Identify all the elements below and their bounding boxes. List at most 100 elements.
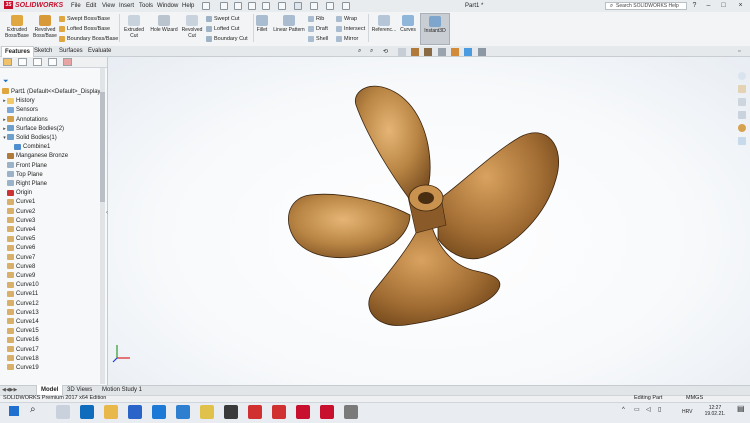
taskbar-app-icon[interactable]	[344, 405, 358, 419]
configuration-manager-tab-icon[interactable]	[33, 58, 42, 66]
help-icon[interactable]: ?	[690, 1, 699, 10]
tree-item-curve[interactable]: Curve12	[2, 300, 102, 309]
tree-item-front-plane[interactable]: Front Plane	[2, 162, 102, 171]
menu-window[interactable]: Window	[157, 0, 178, 12]
intersect-button[interactable]: Intersect	[336, 25, 365, 33]
scrollbar-thumb[interactable]	[100, 92, 105, 202]
menu-tools[interactable]: Tools	[139, 0, 153, 12]
view-settings-icon[interactable]	[478, 48, 486, 56]
undo-icon[interactable]	[278, 2, 286, 10]
tree-item-curve[interactable]: Curve10	[2, 281, 102, 290]
tab-surfaces[interactable]: Surfaces	[56, 46, 86, 56]
custom-properties-icon[interactable]	[738, 137, 746, 145]
appearances-icon[interactable]	[738, 124, 746, 132]
acrobat-icon[interactable]	[248, 405, 262, 419]
pin-icon[interactable]	[202, 2, 210, 10]
menu-file[interactable]: File	[71, 0, 81, 12]
previous-view-icon[interactable]: ⟲	[383, 48, 391, 56]
extruded-boss-button[interactable]: Extruded Boss/Base	[2, 15, 32, 39]
file-explorer-taskbar-icon[interactable]	[104, 405, 118, 419]
tree-item-curve[interactable]: Curve9	[2, 272, 102, 281]
tree-item-curve[interactable]: Curve11	[2, 290, 102, 299]
tree-item-curve[interactable]: Curve19	[2, 364, 102, 373]
tree-item-right-plane[interactable]: Right Plane	[2, 180, 102, 189]
tree-item-annotations[interactable]: ▸ Annotations	[2, 116, 102, 125]
solidworks-taskbar-icon[interactable]	[296, 405, 310, 419]
tab-features[interactable]: Features	[1, 46, 35, 57]
linear-pattern-button[interactable]: Linear Pattern	[271, 15, 307, 33]
draft-button[interactable]: Draft	[308, 25, 328, 33]
lofted-boss-button[interactable]: Lofted Boss/Base	[59, 25, 110, 33]
fillet-button[interactable]: Fillet	[255, 15, 269, 33]
maximize-button[interactable]: □	[719, 1, 728, 10]
scenes-icon[interactable]	[464, 48, 472, 56]
edge-icon[interactable]	[80, 405, 94, 419]
wrap-button[interactable]: Wrap	[336, 15, 357, 23]
tree-item-combine[interactable]: Combine1	[9, 143, 109, 152]
close-button[interactable]: ×	[736, 1, 745, 10]
feature-manager-tab-icon[interactable]	[3, 58, 12, 66]
tree-item-surface-bodies[interactable]: ▸ Surface Bodies(2)	[2, 125, 102, 134]
design-library-icon[interactable]	[738, 85, 746, 93]
tree-item-solid-bodies[interactable]: ▾ Solid Bodies(1)	[2, 134, 102, 143]
section-view-icon[interactable]	[398, 48, 406, 56]
menu-insert[interactable]: Insert	[119, 0, 134, 12]
minimize-button[interactable]: –	[704, 1, 713, 10]
view-palette-icon[interactable]	[738, 111, 746, 119]
tree-item-curve[interactable]: Curve17	[2, 346, 102, 355]
reference-geometry-button[interactable]: Referenc...	[370, 15, 398, 33]
propeller-model[interactable]	[270, 75, 590, 345]
revolved-boss-button[interactable]: Revolved Boss/Base	[32, 15, 58, 39]
tree-item-history[interactable]: ▸ History	[2, 97, 102, 106]
zoom-to-fit-icon[interactable]: ⌕	[358, 48, 366, 56]
network-icon[interactable]: ▭	[634, 407, 640, 413]
property-manager-tab-icon[interactable]	[18, 58, 27, 66]
outlook-icon[interactable]	[128, 405, 142, 419]
input-language[interactable]: HRV	[682, 409, 692, 415]
options-gear-icon[interactable]	[342, 2, 350, 10]
tree-item-curve[interactable]: Curve14	[2, 318, 102, 327]
tree-item-curve[interactable]: Curve6	[2, 244, 102, 253]
extruded-cut-button[interactable]: Extruded Cut	[121, 15, 147, 39]
tab-evaluate[interactable]: Evaluate	[85, 46, 114, 56]
swept-boss-button[interactable]: Swept Boss/Base	[59, 15, 110, 23]
solidworks-logo[interactable]: 3S SOLIDWORKS	[4, 1, 63, 11]
notifications-icon[interactable]: ▤	[737, 405, 745, 413]
mail-icon[interactable]	[176, 405, 190, 419]
tree-item-material[interactable]: Manganese Bronze	[2, 152, 102, 161]
tab-model[interactable]: Model	[36, 385, 64, 395]
dimxpert-tab-icon[interactable]	[48, 58, 57, 66]
solidworks-search-icon[interactable]	[320, 405, 334, 419]
new-document-icon[interactable]	[220, 2, 228, 10]
app-icon[interactable]	[224, 405, 238, 419]
tab-sketch[interactable]: Sketch	[31, 46, 55, 56]
tree-item-top-plane[interactable]: Top Plane	[2, 171, 102, 180]
instant3d-button[interactable]: Instant3D	[420, 13, 450, 45]
menu-edit[interactable]: Edit	[86, 0, 96, 12]
file-explorer-icon[interactable]	[738, 98, 746, 106]
view-orientation-icon[interactable]	[411, 48, 419, 56]
chrome-icon[interactable]	[200, 405, 214, 419]
volume-icon[interactable]: ◁	[646, 407, 651, 413]
search-input[interactable]: Search SOLIDWORKS Help	[605, 2, 687, 10]
lofted-cut-button[interactable]: Lofted Cut	[206, 25, 239, 33]
display-manager-tab-icon[interactable]	[63, 58, 72, 66]
tree-item-curve[interactable]: Curve13	[2, 309, 102, 318]
word-icon[interactable]	[152, 405, 166, 419]
tree-item-sensors[interactable]: Sensors	[2, 106, 102, 115]
edit-appearance-icon[interactable]	[451, 48, 459, 56]
tab-3d-views[interactable]: 3D Views	[63, 385, 96, 395]
tree-item-curve[interactable]: Curve8	[2, 263, 102, 272]
filter-icon[interactable]: ⏷	[3, 78, 9, 86]
hole-wizard-button[interactable]: Hole Wizard	[148, 15, 180, 33]
rib-button[interactable]: Rib	[308, 15, 324, 23]
tab-scroll-icons[interactable]: ◀◀▶▶	[2, 387, 17, 393]
task-pane-home-icon[interactable]	[738, 72, 746, 80]
tree-item-origin[interactable]: Origin	[2, 189, 102, 198]
tree-item-curve[interactable]: Curve16	[2, 336, 102, 345]
file-properties-icon[interactable]	[326, 2, 334, 10]
tree-item-curve[interactable]: Curve3	[2, 217, 102, 226]
rebuild-icon[interactable]	[310, 2, 318, 10]
display-style-icon[interactable]	[424, 48, 432, 56]
menu-view[interactable]: View	[102, 0, 115, 12]
